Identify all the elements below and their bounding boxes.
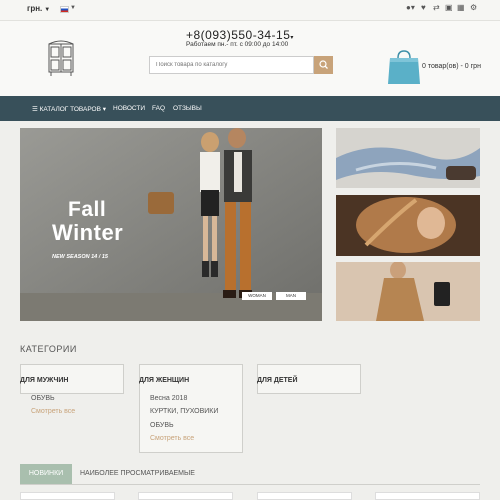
category-men-title[interactable]: ДЛЯ МУЖЧИН — [20, 377, 68, 384]
product-card[interactable] — [138, 492, 233, 500]
category-women-title[interactable]: ДЛЯ ЖЕНЩИН — [139, 377, 189, 384]
categories-title: КАТЕГОРИИ — [20, 344, 77, 354]
hero-woman-button[interactable]: WOMAN — [242, 292, 272, 300]
category-women-link-spring[interactable]: Весна 2018 — [150, 395, 187, 402]
category-women-link-jackets[interactable]: КУРТКИ, ПУХОВИКИ — [150, 408, 218, 415]
woman-hair-photo — [336, 195, 480, 256]
category-men-link-shoes[interactable]: ОБУВЬ — [31, 395, 55, 402]
product-card[interactable] — [257, 492, 352, 500]
compare-icon[interactable]: ⇄ — [433, 3, 440, 12]
product-card[interactable] — [375, 492, 480, 500]
tab-new-products[interactable]: НОВИНКИ — [20, 464, 72, 484]
currency-label: грн. — [27, 4, 43, 13]
side-banner-woman-hair[interactable] — [336, 195, 480, 256]
truck-icon[interactable]: ▦ — [457, 3, 465, 12]
side-banner-jeans[interactable] — [336, 128, 480, 188]
chevron-down-icon[interactable]: ▼ — [70, 5, 76, 11]
hero-man-button[interactable]: MAN — [276, 292, 306, 300]
phone-number[interactable]: +8(093)550-34-15▾ — [186, 28, 294, 42]
phone-label: +8(093)550-34-15 — [186, 28, 291, 42]
nav-item-reviews[interactable]: ОТЗЫВЫ — [173, 105, 202, 112]
category-women-link-shoes[interactable]: ОБУВЬ — [150, 422, 174, 429]
chevron-down-icon: ▼ — [44, 7, 51, 13]
nav-catalog[interactable]: ☰ КАТАЛОГ ТОВАРОВ ▾ — [32, 105, 106, 113]
language-flag-icon[interactable] — [60, 6, 69, 13]
tab-most-viewed[interactable]: НАИБОЛЕЕ ПРОСМАТРИВАЕМЫЕ — [80, 470, 195, 477]
working-hours: Работаем пн.- пт. с 09:00 до 14:00 — [186, 41, 289, 48]
cart-summary[interactable]: 0 товар(ов) - 0 грн — [422, 63, 481, 70]
search-icon — [319, 60, 328, 69]
search-button[interactable] — [314, 56, 333, 74]
search-input[interactable] — [149, 56, 314, 74]
heart-icon[interactable]: ♥ — [421, 3, 426, 12]
cart-icon[interactable]: ▣ — [445, 3, 453, 12]
category-women-see-all[interactable]: Смотреть все — [150, 435, 194, 442]
logo-wardrobe-icon[interactable] — [45, 38, 77, 78]
user-icon[interactable]: ●▾ — [406, 3, 415, 12]
side-banner-trench-coat[interactable] — [336, 262, 480, 321]
jeans-photo — [336, 128, 480, 188]
hero-subtitle: NEW SEASON 14 / 15 — [52, 254, 108, 260]
hero-title-line2: Winter — [52, 220, 124, 245]
chevron-down-icon: ▾ — [290, 35, 294, 41]
chevron-down-icon: ▾ — [102, 106, 106, 113]
nav-item-faq[interactable]: FAQ — [152, 105, 165, 112]
currency-selector[interactable]: грн. ▼ — [27, 4, 50, 13]
shopping-bag-icon[interactable] — [388, 50, 420, 84]
menu-icon: ☰ — [32, 106, 38, 113]
trench-coat-photo — [336, 262, 480, 321]
category-kids-title[interactable]: ДЛЯ ДЕТЕЙ — [257, 377, 298, 384]
category-men-see-all[interactable]: Смотреть все — [31, 408, 75, 415]
product-card[interactable] — [20, 492, 115, 500]
nav-item-news[interactable]: НОВОСТИ — [113, 105, 145, 112]
nav-catalog-label: КАТАЛОГ ТОВАРОВ — [39, 106, 101, 113]
tabs-divider — [20, 484, 480, 485]
gear-icon[interactable]: ⚙ — [470, 3, 477, 12]
hero-title-line1: Fall — [68, 198, 107, 221]
